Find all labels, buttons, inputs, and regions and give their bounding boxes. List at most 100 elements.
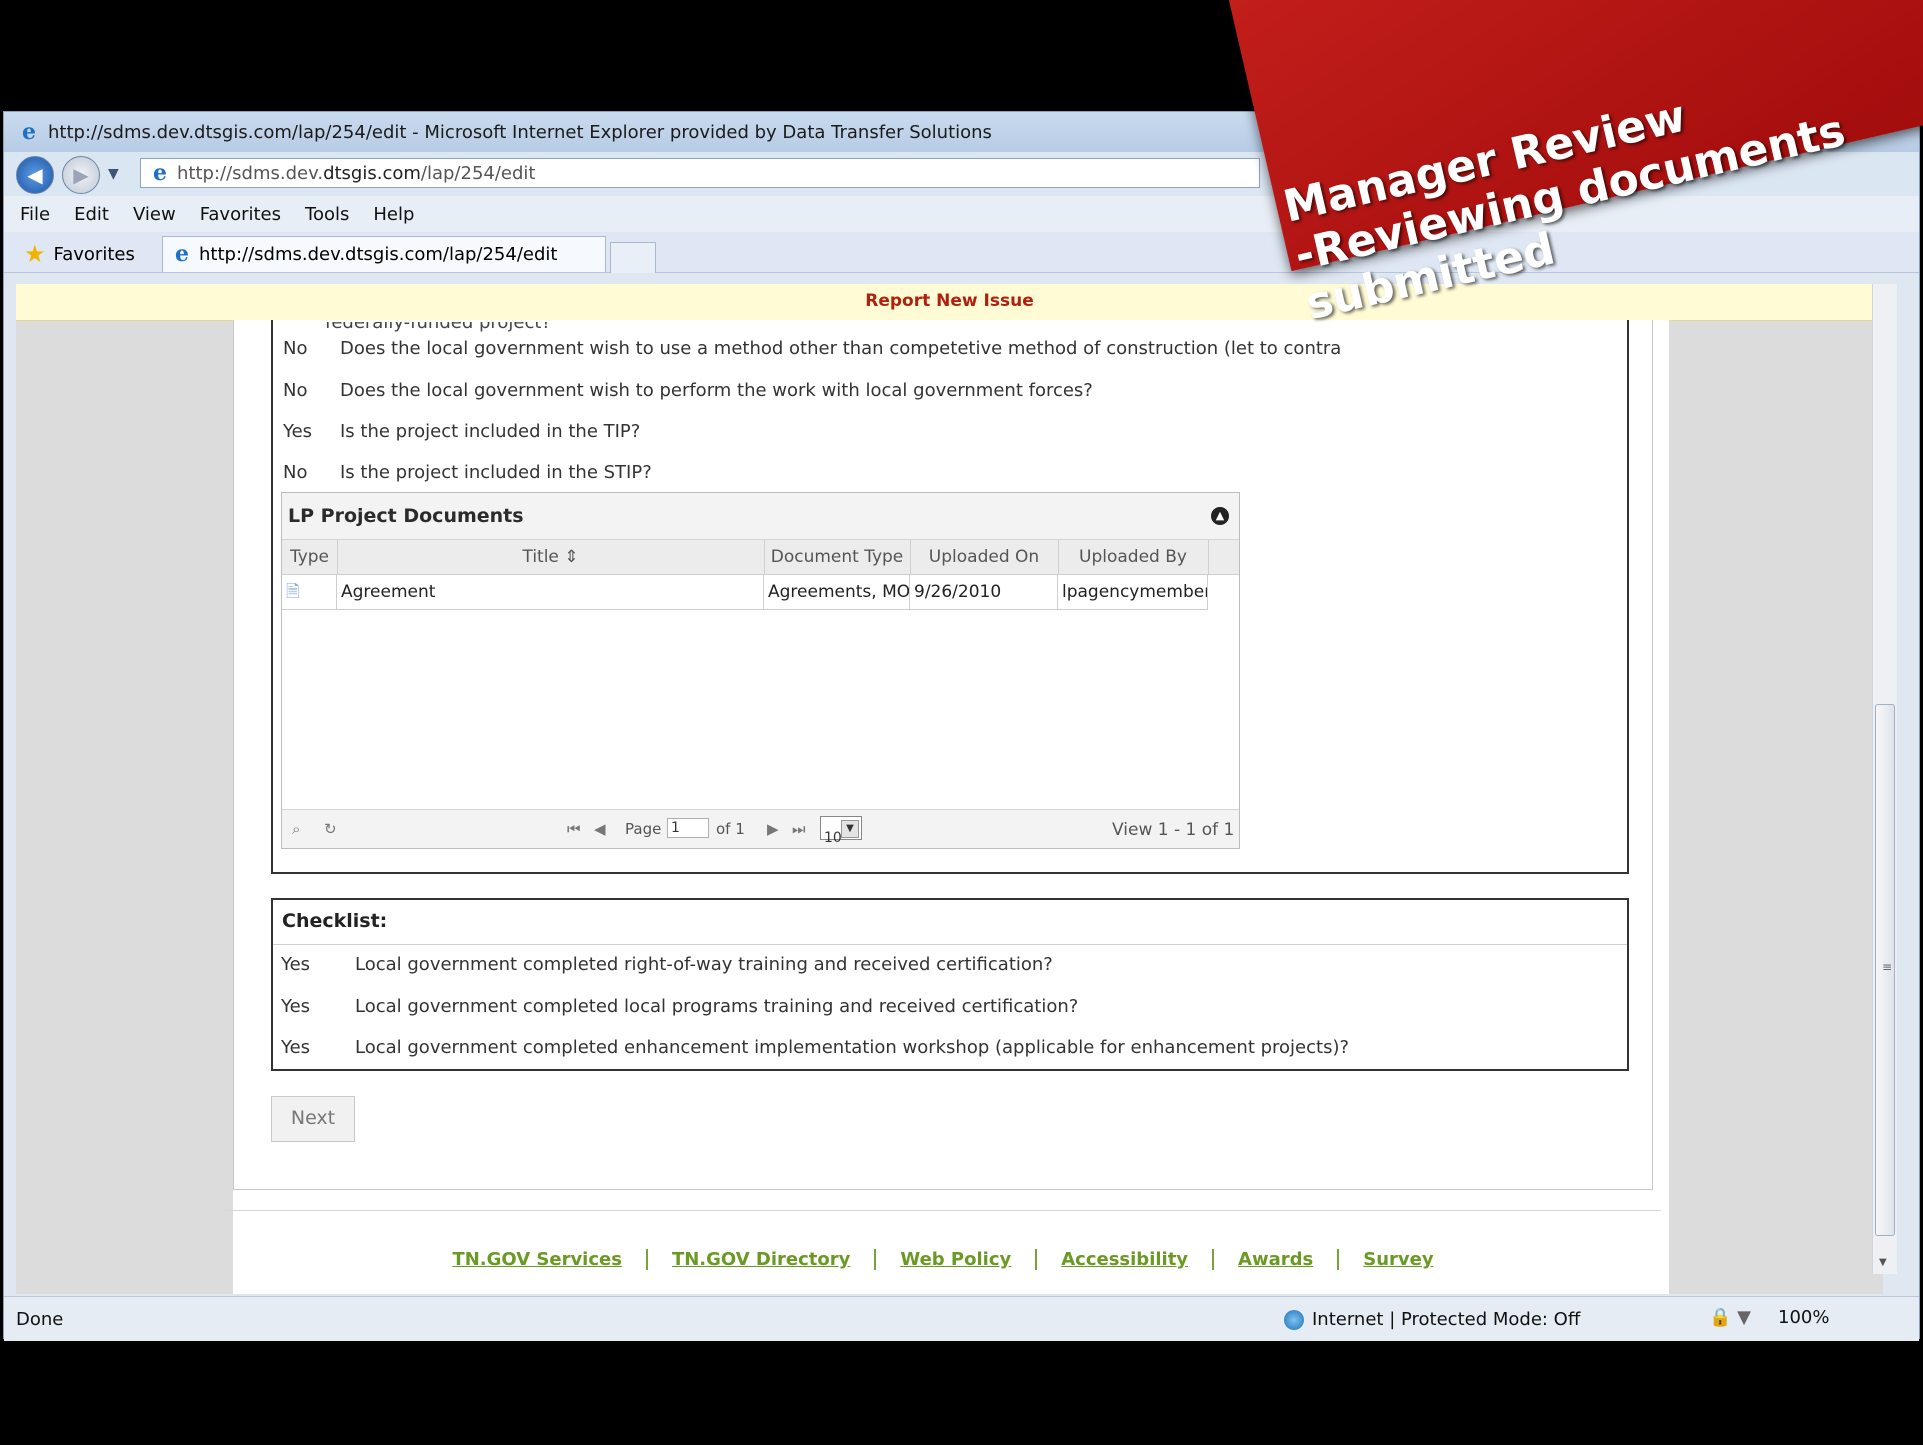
arrow-left-icon: ◀ — [27, 163, 43, 187]
last-page-icon[interactable]: ⏭ — [792, 820, 806, 838]
checklist-row: Yes Local government completed local prog… — [281, 996, 1078, 1017]
checklist-text: Local government completed local program… — [355, 996, 1079, 1017]
question-answer: No — [283, 462, 308, 483]
arrow-right-icon: ▶ — [73, 163, 89, 187]
scroll-down-icon[interactable]: ▼ — [1879, 1257, 1887, 1268]
new-tab-button[interactable] — [610, 242, 656, 273]
checklist-answer: Yes — [281, 996, 311, 1017]
question-row: Yes Is the project included in the TIP? — [283, 421, 640, 442]
status-bar: Done Internet | Protected Mode: Off 🔒 ▼ … — [4, 1296, 1919, 1341]
checklist-row: Yes Local government completed enhancemen… — [281, 1037, 1349, 1058]
footer-links: TN.GOV Services TN.GOV Directory Web Polic… — [225, 1249, 1661, 1270]
search-icon[interactable]: ⌕ — [292, 820, 300, 838]
page-count: of 1 — [716, 820, 745, 838]
cell-uploaded-on: 9/26/2010 — [910, 575, 1058, 609]
menu-edit[interactable]: Edit — [74, 204, 109, 225]
history-dropdown-icon[interactable]: ▼ — [108, 166, 119, 182]
ie-tab-icon: e — [175, 241, 189, 267]
page-body: federally-funded project? No Does the loc… — [225, 320, 1669, 1294]
forward-button[interactable]: ▶ — [62, 156, 100, 194]
cell-document-type: Agreements, MOA — [764, 575, 910, 609]
zone-text: Internet | Protected Mode: Off — [1312, 1309, 1581, 1330]
question-answer: No — [283, 380, 308, 401]
zoom-level[interactable]: 100% — [1778, 1307, 1829, 1328]
view-count: View 1 - 1 of 1 — [1112, 820, 1235, 840]
cell-title: Agreement — [337, 575, 764, 609]
page-number-input[interactable]: 1 — [667, 818, 709, 838]
column-title[interactable]: Title ⇕ — [337, 540, 765, 574]
page-size-select[interactable]: 10 ▼ — [820, 816, 862, 846]
document-file-icon: 🗎 — [282, 575, 337, 609]
next-button[interactable]: Next — [271, 1096, 355, 1142]
documents-grid: LP Project Documents ▲ Type Title ⇕ Docu… — [281, 492, 1240, 849]
questions-section: federally-funded project? No Does the loc… — [271, 320, 1629, 874]
page-icon: e — [153, 160, 167, 186]
question-row: No Is the project included in the STIP? — [283, 462, 652, 483]
footer: TN.GOV Services TN.GOV Directory Web Polic… — [225, 1210, 1661, 1294]
footer-link-awards[interactable]: Awards — [1214, 1249, 1340, 1270]
cell-uploaded-by: lpagencymember — [1058, 575, 1208, 609]
form-container: federally-funded project? No Does the loc… — [233, 320, 1653, 1190]
question-row: No Does the local government wish to perf… — [283, 380, 1093, 401]
footer-link-web-policy[interactable]: Web Policy — [876, 1249, 1038, 1270]
column-type[interactable]: Type — [282, 540, 338, 574]
browser-tab[interactable]: e http://sdms.dev.dtsgis.com/lap/254/edi… — [162, 236, 606, 272]
menu-view[interactable]: View — [133, 204, 176, 225]
column-document-type[interactable]: Document Type — [764, 540, 911, 574]
grid-header: Type Title ⇕ Document Type Uploaded On U… — [282, 540, 1239, 575]
chevron-down-icon: ▼ — [841, 820, 859, 838]
globe-icon — [1284, 1309, 1304, 1330]
question-text: Is the project included in the TIP? — [340, 421, 641, 442]
grid-pager: ⌕ ↻ ⏮ ◀ Page 1 of 1 ▶ ⏭ 10 ▼ View 1 - 1 … — [282, 809, 1239, 848]
report-issue-link[interactable]: Report New Issue — [16, 284, 1883, 321]
star-icon: ★ — [24, 240, 46, 268]
menu-file[interactable]: File — [20, 204, 50, 225]
next-page-icon[interactable]: ▶ — [767, 820, 779, 838]
table-row[interactable]: 🗎 Agreement Agreements, MOA 9/26/2010 lp… — [282, 575, 1208, 610]
page-label: Page — [625, 820, 662, 838]
browser-window: e http://sdms.dev.dtsgis.com/lap/254/edi… — [3, 111, 1920, 1341]
lock-icon[interactable]: 🔒 ▼ — [1709, 1307, 1751, 1328]
column-uploaded-on[interactable]: Uploaded On — [910, 540, 1059, 574]
checklist-row: Yes Local government completed right-of-w… — [281, 954, 1053, 975]
checklist-title: Checklist: — [273, 900, 1627, 945]
question-text: Does the local government wish to perfor… — [340, 380, 1093, 401]
favorites-label: Favorites — [53, 243, 135, 265]
documents-title: LP Project Documents — [288, 505, 524, 527]
prev-page-icon[interactable]: ◀ — [594, 820, 606, 838]
footer-link-accessibility[interactable]: Accessibility — [1037, 1249, 1215, 1270]
address-bar[interactable]: e http://sdms.dev. dtsgis.com/lap/254/edi… — [140, 158, 1260, 188]
question-row: No Does the local government wish to use … — [283, 338, 1341, 359]
collapse-icon[interactable]: ▲ — [1211, 507, 1229, 525]
status-text: Done — [16, 1309, 64, 1330]
back-button[interactable]: ◀ — [16, 156, 54, 194]
checklist-answer: Yes — [281, 1037, 311, 1058]
window-title: http://sdms.dev.dtsgis.com/lap/254/edit … — [48, 121, 992, 143]
checklist-text: Local government completed right-of-way … — [355, 954, 1053, 975]
security-zone[interactable]: Internet | Protected Mode: Off — [1284, 1309, 1580, 1330]
vertical-scrollbar[interactable]: ≡ ▼ — [1872, 284, 1897, 1274]
favorites-button[interactable]: ★ Favorites — [24, 240, 135, 268]
documents-header: LP Project Documents ▲ — [282, 493, 1239, 540]
checklist-answer: Yes — [281, 954, 311, 975]
checklist-text: Local government completed enhancement i… — [355, 1037, 1350, 1058]
ie-icon: e — [22, 119, 36, 145]
question-answer: No — [283, 338, 308, 359]
menu-tools[interactable]: Tools — [305, 204, 349, 225]
refresh-icon[interactable]: ↻ — [324, 820, 337, 838]
footer-link-tngov-directory[interactable]: TN.GOV Directory — [647, 1249, 877, 1270]
first-page-icon[interactable]: ⏮ — [567, 820, 581, 838]
menu-help[interactable]: Help — [373, 204, 414, 225]
column-uploaded-by[interactable]: Uploaded By — [1058, 540, 1209, 574]
question-text: Does the local government wish to use a … — [340, 338, 1342, 359]
footer-link-tngov-services[interactable]: TN.GOV Services — [428, 1249, 648, 1270]
grip-icon: ≡ — [1882, 960, 1893, 974]
address-domain: dtsgis.com — [323, 162, 421, 184]
menu-favorites[interactable]: Favorites — [200, 204, 281, 225]
page-size-value: 10 — [824, 830, 842, 846]
question-text: Is the project included in the STIP? — [340, 462, 652, 483]
question-answer: Yes — [283, 421, 313, 442]
checklist-section: Checklist: Yes Local government completed… — [271, 898, 1629, 1071]
scrollbar-thumb[interactable]: ≡ — [1875, 704, 1895, 1236]
footer-link-survey[interactable]: Survey — [1339, 1249, 1457, 1270]
